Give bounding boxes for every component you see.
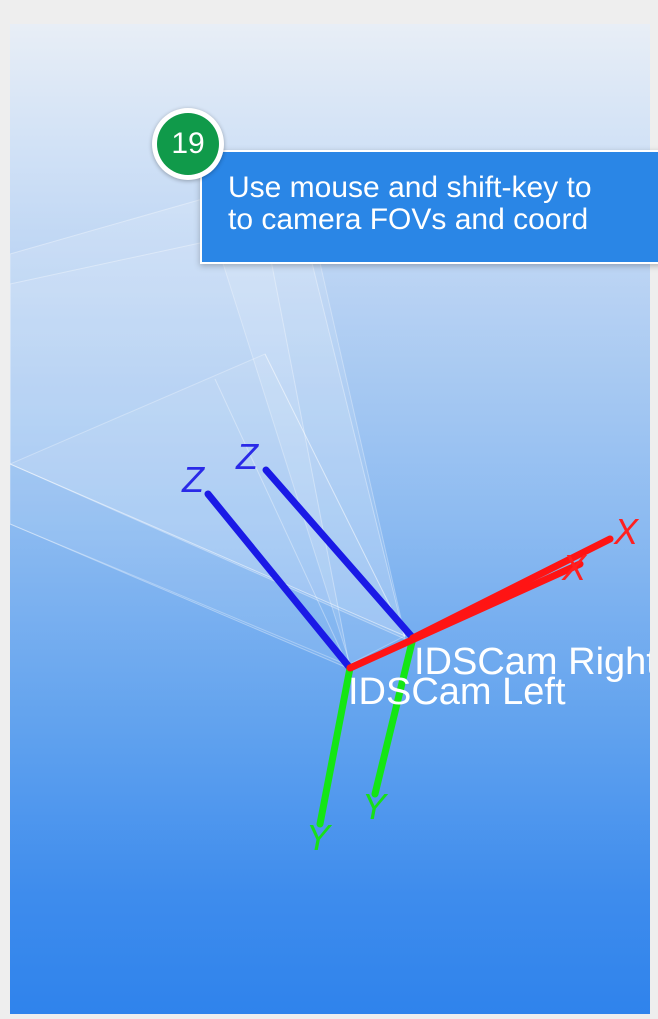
step-badge: 19 (152, 108, 224, 180)
left-camera-y-label: Y (306, 817, 333, 858)
left-camera-y-axis (316, 664, 354, 828)
callout-line-2: to camera FOVs and coord (228, 203, 589, 236)
tutorial-callout: Use mouse and shift-key to to camera FOV… (200, 150, 658, 264)
left-camera-x-label: X (561, 547, 588, 588)
right-camera-x-label: X (613, 511, 640, 552)
step-number: 19 (157, 113, 219, 175)
left-camera-label: IDSCam Left (348, 671, 566, 713)
app-frame: Z Z X X Y Y IDSCam Right IDSCam Left Use… (0, 0, 658, 1019)
right-camera-y-axis (371, 634, 417, 798)
left-camera-z-label: Z (181, 459, 205, 500)
right-camera-z-label: Z (235, 436, 259, 477)
right-camera-y-label: Y (362, 786, 389, 827)
callout-text: Use mouse and shift-key to to camera FOV… (228, 172, 592, 236)
callout-line-1: Use mouse and shift-key to (228, 171, 592, 204)
